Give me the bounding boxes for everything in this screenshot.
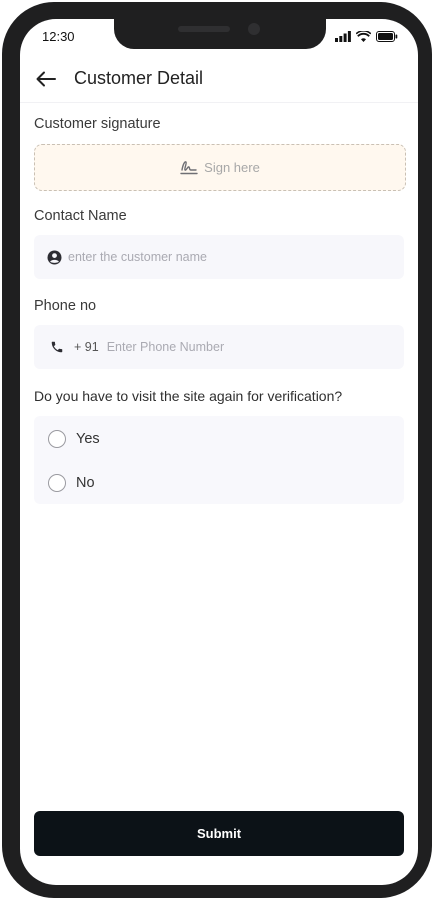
signal-icon xyxy=(335,31,351,42)
signature-pad[interactable]: Sign here xyxy=(34,144,406,191)
phone-notch xyxy=(114,19,326,49)
country-code: + 91 xyxy=(74,340,99,354)
radio-label-yes: Yes xyxy=(76,431,100,447)
front-camera xyxy=(248,23,260,35)
phone-label: Phone no xyxy=(34,298,97,314)
contact-name-label: Contact Name xyxy=(34,208,127,224)
status-icons xyxy=(335,31,398,42)
contact-name-field xyxy=(34,235,404,279)
signature-icon xyxy=(180,161,198,175)
submit-button[interactable]: Submit xyxy=(34,811,404,856)
radio-option-yes[interactable]: Yes xyxy=(48,428,100,450)
person-icon xyxy=(47,250,62,264)
back-button[interactable] xyxy=(32,65,60,93)
phone-input[interactable] xyxy=(106,325,387,369)
wifi-icon xyxy=(356,31,371,42)
phone-icon xyxy=(51,341,63,353)
phone-field: + 91 xyxy=(34,325,404,369)
radio-option-no[interactable]: No xyxy=(48,472,95,494)
verification-question: Do you have to visit the site again for … xyxy=(34,388,343,404)
page-title: Customer Detail xyxy=(74,68,204,88)
arrow-left-icon xyxy=(36,71,56,86)
signature-placeholder: Sign here xyxy=(204,160,260,175)
app-header: Customer Detail xyxy=(20,55,418,103)
battery-icon xyxy=(376,31,398,42)
phone-frame: 12:30 Customer Detail Customer signature… xyxy=(2,2,432,898)
app-screen: 12:30 Customer Detail Customer signature… xyxy=(20,19,418,885)
radio-button[interactable] xyxy=(48,430,66,448)
verification-radio-group: Yes No xyxy=(34,416,404,504)
radio-button[interactable] xyxy=(48,474,66,492)
signature-label: Customer signature xyxy=(34,116,161,132)
contact-name-input[interactable] xyxy=(68,235,388,279)
radio-label-no: No xyxy=(76,475,95,491)
status-time: 12:30 xyxy=(42,29,75,44)
speaker-grille xyxy=(178,26,230,32)
